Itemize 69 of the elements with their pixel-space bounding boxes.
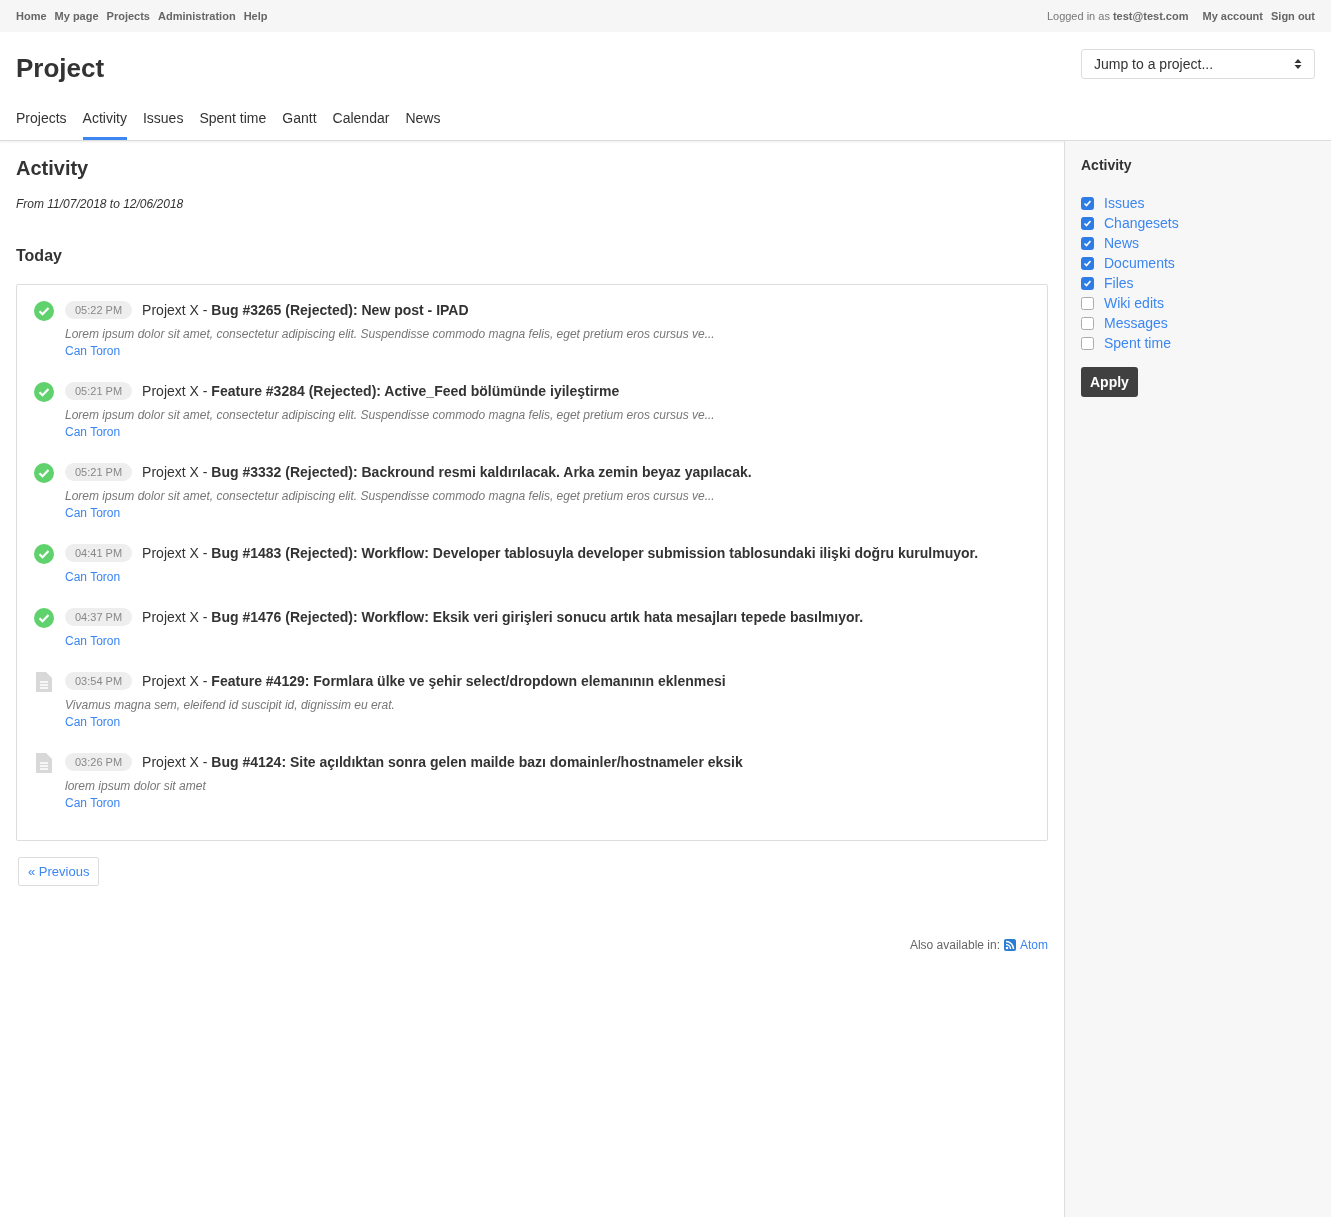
top-menu-link[interactable]: Home [16,10,47,22]
filter-checkbox[interactable] [1081,256,1094,270]
time-badge: 04:37 PM [65,608,133,626]
also-available-text: Also available in: [909,938,1000,952]
apply-button[interactable]: Apply [1081,367,1138,397]
issue-link[interactable]: Projext X - Feature #3284 (Rejected): Active_Feed bölümünde iyileştirme [142,383,620,399]
nav-tab[interactable]: Gantt [282,110,317,140]
filter-checkbox[interactable] [1081,196,1094,210]
filter-link[interactable]: News [1104,235,1139,251]
nav-tab[interactable]: Issues [142,110,184,140]
author-link[interactable]: Can Toron [65,715,1031,729]
filter-link[interactable]: Files [1104,275,1134,291]
event-description: Lorem ipsum dolor sit amet, consectetur adipiscing elit. Suspendisse commodo magna felis, eget pretium eros cursus ve... [65,408,716,422]
issue-link[interactable]: Projext X - Bug #4124: Site açıldıktan sonra gelen mailde bazı domainler/hostnameler eksik [142,754,743,770]
issue-link[interactable]: Projext X - Bug #1483 (Rejected): Workflow: Developer tablosuyla developer submission tablosundaki ilişki doğru kurulmuyor. [142,545,979,561]
filter-link[interactable]: Messages [1104,315,1168,331]
account-link[interactable]: Sign out [1271,10,1315,22]
previous-button[interactable]: « Previous [18,857,100,886]
author-link[interactable]: Can Toron [65,425,1031,439]
nav-tab[interactable]: Activity [82,110,127,140]
author-link[interactable]: Can Toron [65,634,1031,648]
day-heading: Today [16,247,63,265]
filter-link[interactable]: Spent time [1104,335,1171,351]
logged-in-text: Logged in as test@test.com [1046,10,1189,22]
filter-checkbox[interactable] [1081,276,1094,290]
time-badge: 05:21 PM [65,463,133,481]
time-badge: 03:54 PM [65,672,133,690]
nav-tab[interactable]: News [405,110,441,140]
top-menu-link[interactable]: Projects [106,10,150,22]
filter-checkbox[interactable] [1081,336,1094,350]
author-link[interactable]: Can Toron [65,570,1031,584]
filter-checkbox[interactable] [1081,216,1094,230]
top-menu-link[interactable]: My page [54,10,99,22]
event-description: Lorem ipsum dolor sit amet, consectetur adipiscing elit. Suspendisse commodo magna felis, eget pretium eros cursus ve... [65,489,716,503]
filter-link[interactable]: Documents [1104,255,1175,271]
atom-link[interactable]: Atom [1020,938,1048,952]
issue-link[interactable]: Projext X - Bug #1476 (Rejected): Workflow: Eksik veri girişleri sonucu artık hata mesajları tepede basılmıyor. [142,609,864,625]
time-badge: 05:22 PM [65,301,133,319]
event-description: Vivamus magna sem, eleifend id suscipit id, dignissim eu erat. [65,698,396,712]
event-description: Lorem ipsum dolor sit amet, consectetur adipiscing elit. Suspendisse commodo magna felis, eget pretium eros cursus ve... [65,327,716,341]
time-badge: 05:21 PM [65,382,133,400]
nav-tab[interactable]: Projects [16,110,67,140]
rss-feed-icon [1004,939,1016,951]
top-menu-link[interactable]: Administration [158,10,236,22]
filter-checkbox[interactable] [1081,236,1094,250]
issue-link[interactable]: Projext X - Feature #4129: Formlara ülke ve şehir select/dropdown elemanının eklenmesi [142,673,726,689]
page-heading: Activity [16,157,90,180]
time-badge: 04:41 PM [65,544,133,562]
author-link[interactable]: Can Toron [65,796,1031,810]
filter-link[interactable]: Wiki edits [1104,295,1164,311]
issue-link[interactable]: Projext X - Bug #3265 (Rejected): New post - IPAD [142,302,469,318]
sidebar-heading: Activity [1081,157,1133,173]
time-badge: 03:26 PM [65,753,133,771]
nav-tab[interactable]: Spent time [199,110,267,140]
filter-checkbox[interactable] [1081,316,1094,330]
top-menu-link[interactable]: Help [243,10,268,22]
account-link[interactable]: My account [1202,10,1263,22]
author-link[interactable]: Can Toron [65,344,1031,358]
date-range: From 11/07/2018 to 12/06/2018 [16,197,185,211]
nav-tab[interactable]: Calendar [332,110,390,140]
project-title: Project [16,53,105,84]
issue-link[interactable]: Projext X - Bug #3332 (Rejected): Backround resmi kaldırılacak. Arka zemin beyaz yapılacak. [142,464,752,480]
filter-link[interactable]: Issues [1104,195,1145,211]
event-description: lorem ipsum dolor sit amet [65,779,207,793]
author-link[interactable]: Can Toron [65,506,1031,520]
filter-checkbox[interactable] [1081,296,1094,310]
sort-arrows-icon [1294,58,1302,70]
filter-link[interactable]: Changesets [1104,215,1179,231]
jump-to-project-select[interactable]: Jump to a project... [1081,49,1315,79]
